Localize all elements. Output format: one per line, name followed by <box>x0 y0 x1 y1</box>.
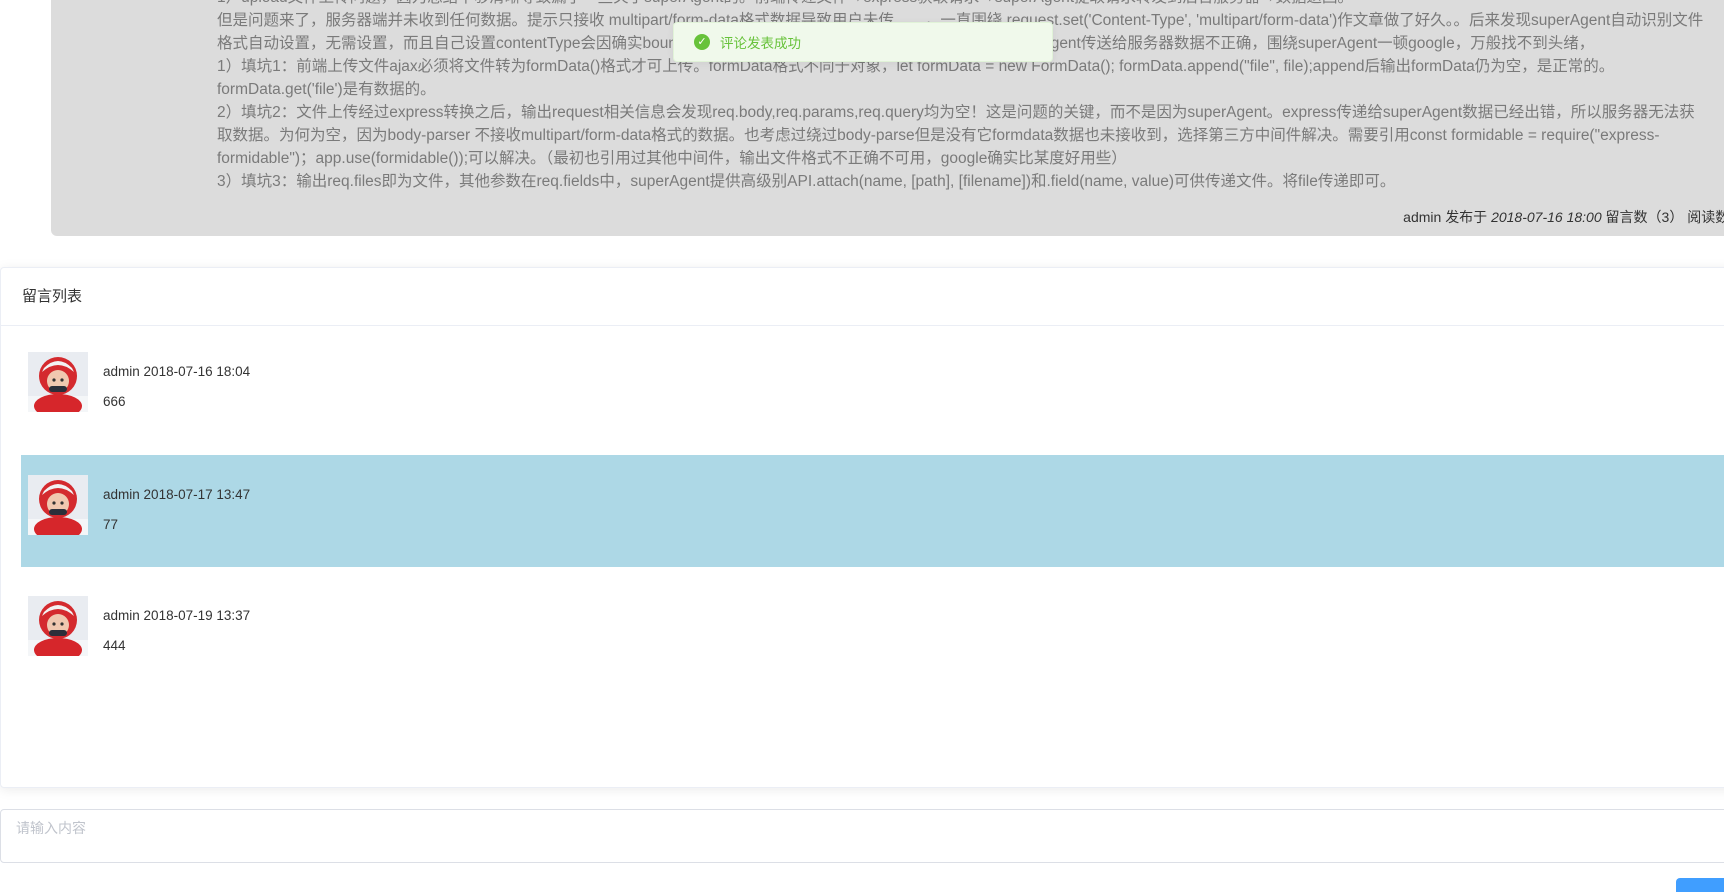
comments-header: 留言列表 <box>1 268 1724 326</box>
comment-text: 444 <box>103 638 126 653</box>
comment-author: admin <box>103 487 140 502</box>
toast-message: 评论发表成功 <box>720 36 801 51</box>
reads-count-label: 阅读数（ <box>1687 209 1724 225</box>
comment-text: 666 <box>103 394 126 409</box>
article-paragraph: formidable")；app.use(formidable());可以解决。… <box>217 150 1127 167</box>
page: 1）upload文件上传问题，因为总结不够清晰导致漏了一些关于superAgen… <box>0 0 1724 892</box>
article-author: admin <box>1403 209 1442 225</box>
avatar-image <box>28 475 88 535</box>
avatar <box>28 352 88 412</box>
article-paragraph: formData.get('file')是有数据的。 <box>217 81 436 98</box>
comments-card: 留言列表 admin 2018-07-16 18:04 666 admin 20… <box>0 267 1724 788</box>
article-paragraph: 1）upload文件上传问题，因为总结不够清晰导致漏了一些关于superAgen… <box>217 0 1724 9</box>
avatar <box>28 475 88 535</box>
avatar-image <box>28 596 88 656</box>
comment-item[interactable]: admin 2018-07-17 13:47 77 <box>21 455 1724 567</box>
article-paragraph: 取数据。为何为空，因为body-parser 不接收multipart/form… <box>217 127 1660 144</box>
comment-item[interactable]: admin 2018-07-16 18:04 666 <box>23 332 1724 444</box>
comment-text: 77 <box>103 517 119 532</box>
comment-author: admin <box>103 364 140 379</box>
check-circle-icon: ✓ <box>694 34 710 50</box>
comment-meta: admin 2018-07-16 18:04 <box>103 364 250 379</box>
comment-date: 2018-07-19 13:37 <box>143 608 251 623</box>
comment-meta: admin 2018-07-17 13:47 <box>103 487 250 502</box>
article-paragraph: 2）填坑2：文件上传经过express转换之后，输出request相关信息会发现… <box>217 104 1695 121</box>
comments-count-suffix: ） <box>1669 209 1684 225</box>
avatar-image <box>28 352 88 412</box>
comment-date: 2018-07-16 18:04 <box>143 364 251 379</box>
comment-author: admin <box>103 608 140 623</box>
comment-date: 2018-07-17 13:47 <box>143 487 251 502</box>
article-meta: admin 发布于 2018-07-16 18:00 留言数（3） 阅读数（2 <box>1403 207 1724 227</box>
comment-meta: admin 2018-07-19 13:37 <box>103 608 250 623</box>
article-date: 2018-07-16 18:00 <box>1491 209 1602 225</box>
avatar <box>28 596 88 656</box>
article-paragraph: 3）填坑3：输出req.files即为文件，其他参数在req.fields中，s… <box>217 173 1396 190</box>
posted-label: 发布于 <box>1445 209 1488 225</box>
comment-item[interactable]: admin 2018-07-19 13:37 444 <box>23 576 1724 688</box>
success-toast: ✓ 评论发表成功 <box>673 22 1053 62</box>
submit-button[interactable] <box>1676 878 1724 892</box>
comment-input[interactable] <box>0 809 1724 863</box>
comments-count-label: 留言数（ <box>1605 209 1662 225</box>
